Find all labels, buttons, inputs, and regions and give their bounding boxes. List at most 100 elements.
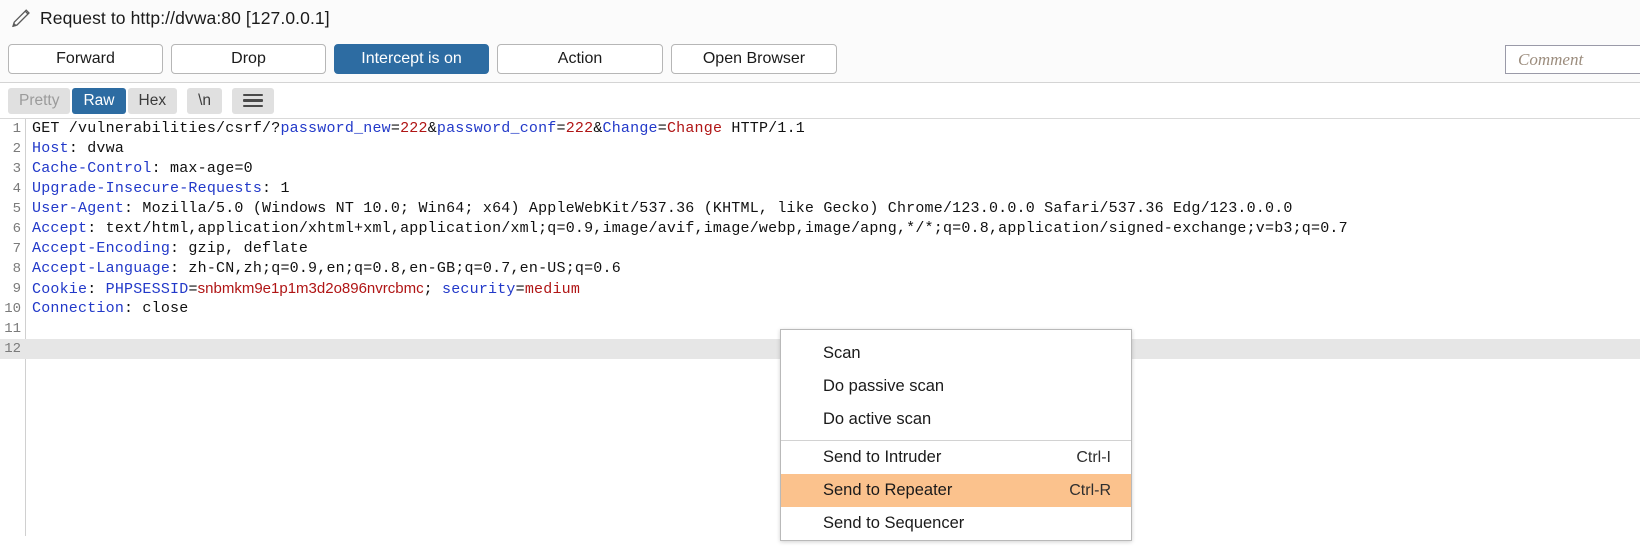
context-menu-item[interactable]: Scan <box>781 337 1131 370</box>
context-menu-item[interactable]: Do passive scan <box>781 370 1131 403</box>
code-token: Cache-Control <box>32 160 152 177</box>
code-token: & <box>428 120 437 137</box>
code-token: : <box>87 281 105 298</box>
context-menu-item-label: Send to Intruder <box>823 448 1076 467</box>
code-token: Connection <box>32 300 124 317</box>
context-menu[interactable]: Scan Do passive scan Do active scan Send to… <box>780 329 1132 541</box>
code-token: Upgrade-Insecure-Requests <box>32 180 262 197</box>
code-token: password_conf <box>437 120 557 137</box>
context-menu-items: Scan Do passive scan Do active scan Send to… <box>781 337 1131 540</box>
code-token: Accept <box>32 220 87 237</box>
code-token: Host <box>32 140 69 157</box>
code-token: User-Agent <box>32 200 124 217</box>
comment-input[interactable]: Comment <box>1505 45 1640 74</box>
code-line[interactable]: 2 Host: dvwa <box>0 139 1640 159</box>
open-browser-button[interactable]: Open Browser <box>671 44 837 74</box>
code-token: : 1 <box>262 180 290 197</box>
code-token: ; <box>424 281 442 298</box>
code-line[interactable]: 1 GET /vulnerabilities/csrf/?password_new… <box>0 119 1640 139</box>
code-token: password_new <box>280 120 390 137</box>
code-line[interactable]: 8 Accept-Language: zh-CN,zh;q=0.9,en;q=0.… <box>0 259 1640 279</box>
context-menu-item[interactable]: Send to RepeaterCtrl-R <box>781 474 1131 507</box>
context-menu-item[interactable]: Send to Sequencer <box>781 507 1131 540</box>
message-view-tabs: Pretty Raw Hex \n <box>0 83 1640 119</box>
context-menu-item-label: Send to Sequencer <box>823 514 1117 533</box>
code-token: : close <box>124 300 188 317</box>
action-button[interactable]: Action <box>497 44 663 74</box>
line-number: 4 <box>0 179 21 199</box>
code-line[interactable]: 5User-Agent: Mozilla/5.0 (Windows NT 10.… <box>0 199 1640 219</box>
line-text: GET /vulnerabilities/csrf/?password_new=… <box>32 119 805 139</box>
code-token: & <box>593 120 602 137</box>
line-text: Accept: text/html,application/xhtml+xml,… <box>32 219 1348 239</box>
line-text: Accept-Language: zh-CN,zh;q=0.9,en;q=0.8… <box>32 259 621 279</box>
request-code-area[interactable]: 1 GET /vulnerabilities/csrf/?password_new… <box>0 119 1640 359</box>
tab-raw[interactable]: Raw <box>72 88 125 114</box>
line-number: 1 <box>0 119 21 139</box>
code-token: = <box>516 281 525 298</box>
line-number: 2 <box>0 139 21 159</box>
code-token: = <box>658 120 667 137</box>
code-token: : max-age=0 <box>152 160 253 177</box>
line-text: Connection: close <box>32 299 188 319</box>
code-token: = <box>391 120 400 137</box>
intercept-toggle-button[interactable]: Intercept is on <box>334 44 489 74</box>
tab-hex[interactable]: Hex <box>128 88 178 114</box>
context-menu-item[interactable]: Do active scan <box>781 403 1131 436</box>
line-text: Host: dvwa <box>32 139 124 159</box>
code-token: = <box>557 120 566 137</box>
pencil-icon <box>8 5 34 31</box>
window-title: Request to http://dvwa:80 [127.0.0.1] <box>40 8 330 29</box>
forward-button[interactable]: Forward <box>8 44 163 74</box>
code-token: : zh-CN,zh;q=0.9,en;q=0.8,en-GB;q=0.7,en… <box>170 260 621 277</box>
code-token: Accept-Language <box>32 260 170 277</box>
line-text: Upgrade-Insecure-Requests: 1 <box>32 179 290 199</box>
code-token: security <box>442 281 516 298</box>
line-number: 10 <box>0 299 21 319</box>
context-menu-item-label: Do passive scan <box>823 377 1117 396</box>
code-token: 222 <box>566 120 594 137</box>
hamburger-icon <box>243 94 263 108</box>
code-token: medium <box>525 281 580 298</box>
tab-newline[interactable]: \n <box>187 88 222 114</box>
code-line[interactable]: 10 Connection: close <box>0 299 1640 319</box>
line-number: 9 <box>0 279 21 299</box>
comment-placeholder: Comment <box>1518 50 1583 70</box>
line-number: 6 <box>0 219 21 239</box>
context-menu-item-label: Send to Repeater <box>823 481 1069 500</box>
code-line[interactable]: 7Accept-Encoding: gzip, deflate <box>0 239 1640 259</box>
line-number: 12 <box>0 339 21 359</box>
context-menu-top-padding <box>781 330 1131 337</box>
line-number: 3 <box>0 159 21 179</box>
code-token: PHPSESSID <box>106 281 189 298</box>
view-options-menu-button[interactable] <box>232 88 274 114</box>
code-token: 222 <box>400 120 428 137</box>
code-token: Change <box>667 120 722 137</box>
tab-pretty[interactable]: Pretty <box>8 88 70 114</box>
proxy-intercept-window: Request to http://dvwa:80 [127.0.0.1] Fo… <box>0 0 1640 550</box>
code-token: : gzip, deflate <box>170 240 308 257</box>
context-menu-item-shortcut: Ctrl-I <box>1076 449 1117 467</box>
line-number: 5 <box>0 199 21 219</box>
code-token: Accept-Encoding <box>32 240 170 257</box>
context-menu-item[interactable]: Send to IntruderCtrl-I <box>781 441 1131 474</box>
line-text: Cache-Control: max-age=0 <box>32 159 253 179</box>
drop-button[interactable]: Drop <box>171 44 326 74</box>
code-line[interactable]: 6 Accept: text/html,application/xhtml+xml… <box>0 219 1640 239</box>
code-line[interactable]: 9Cookie: PHPSESSID=snbmkm9e1p1m3d2o896nv… <box>0 279 1640 299</box>
code-line[interactable]: 3 Cache-Control: max-age=0 <box>0 159 1640 179</box>
code-token: HTTP/1.1 <box>722 120 805 137</box>
intercept-toolbar: Forward Drop Intercept is on Action Open… <box>0 36 1640 83</box>
context-menu-item-shortcut: Ctrl-R <box>1069 482 1117 500</box>
code-token: Cookie <box>32 281 87 298</box>
line-number: 11 <box>0 319 21 339</box>
code-token: : text/html,application/xhtml+xml,applic… <box>87 220 1348 237</box>
code-line[interactable]: 4 Upgrade-Insecure-Requests: 1 <box>0 179 1640 199</box>
code-token: snbmkm9e1p1m3d2o896nvrcbmc <box>198 280 424 297</box>
line-text: Cookie: PHPSESSID=snbmkm9e1p1m3d2o896nvr… <box>32 279 580 300</box>
context-menu-item-label: Scan <box>823 344 1117 363</box>
line-number: 8 <box>0 259 21 279</box>
line-text: Accept-Encoding: gzip, deflate <box>32 239 308 259</box>
code-token: : dvwa <box>69 140 124 157</box>
code-token: = <box>188 281 197 298</box>
